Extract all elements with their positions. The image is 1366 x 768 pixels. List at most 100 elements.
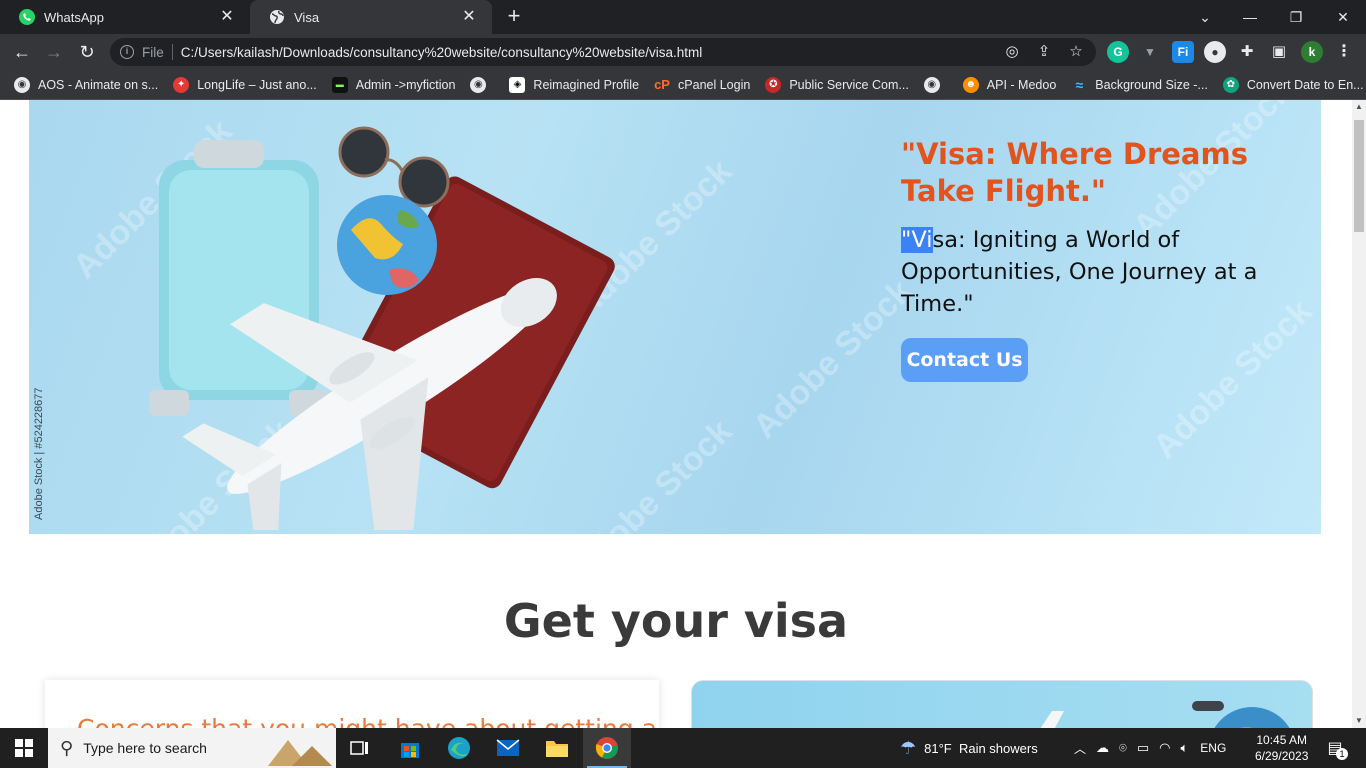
tab-close-icon[interactable]: ✕ [460,8,478,26]
minimize-button[interactable]: — [1227,0,1273,34]
microsoft-store-icon[interactable] [386,728,434,768]
volume-icon[interactable]: 🔈︎ [1180,740,1188,756]
search-icon: ⚲ [60,737,74,758]
clock[interactable]: 10:45 AM 6/29/2023 [1255,728,1308,768]
bookmark-api-medoo[interactable]: ☻ API - Medoo [962,76,1057,93]
bookmark-public-service[interactable]: ✪ Public Service Com... [765,76,909,93]
folder-glyph [546,741,568,757]
globe-icon: ◉ [470,76,487,93]
contact-us-button[interactable]: Contact Us [901,338,1028,382]
meet-now-icon[interactable]: ⌾ [1119,740,1127,756]
store-glyph [401,743,419,758]
airplane-globe-image [1040,701,1290,728]
chrome-taskbar-icon[interactable] [583,728,631,768]
concerns-heading: Concerns that you might have about getti… [77,714,657,728]
puzzle-extensions-icon[interactable]: ✚ [1236,41,1258,63]
bookmark-globe[interactable]: ◉ [470,76,494,93]
tab-close-icon[interactable]: ✕ [218,8,236,26]
stock-id-text: Adobe Stock | #524228677 [33,387,45,520]
new-tab-button[interactable]: + [502,5,526,29]
address-separator [171,44,173,60]
bookmark-cpanel[interactable]: cP cPanel Login [654,77,750,93]
search-placeholder: Type here to search [83,740,207,756]
windows-taskbar: ⚲ Type here to search ☂ 81°F Rain shower… [0,728,1366,768]
onedrive-icon[interactable]: ☁ [1096,740,1109,756]
eye-off-icon[interactable]: ◎ [1000,40,1024,64]
bookmark-convert-date[interactable]: ✿ Convert Date to En... [1222,76,1364,93]
globe-icon: ◉ [923,76,940,93]
task-view-icon[interactable] [336,728,384,768]
scroll-up-icon[interactable]: ▲ [1352,100,1366,114]
bookmark-background-size[interactable]: ≈ Background Size -... [1071,77,1207,93]
circle-extension-icon[interactable]: ● [1204,41,1226,63]
tab-visa[interactable]: Visa ✕ [250,0,492,34]
page-scrollbar[interactable]: ▲ ▼ [1352,100,1366,728]
watermark-text: Adobe Stock [745,272,920,447]
menu-kebab-icon[interactable]: ⋮ [1333,41,1355,63]
language-indicator[interactable]: ENG [1200,741,1226,755]
tab-search-icon[interactable]: ⌄ [1182,0,1228,34]
vue-devtools-icon[interactable]: ▼ [1139,41,1161,63]
task-view-glyph [350,741,368,755]
address-bar[interactable]: i File C:/Users/kailash/Downloads/consul… [110,38,1096,66]
scroll-down-icon[interactable]: ▼ [1352,714,1366,728]
windows-start-button[interactable] [0,728,48,768]
bookmark-admin[interactable]: ▬ Admin ->myfiction [331,76,456,93]
bookmark-globe-2[interactable]: ◉ [923,76,948,93]
chatgpt-icon: ✿ [1222,76,1239,93]
weather-widget[interactable]: ☂ 81°F Rain showers [900,728,1038,768]
close-window-button[interactable]: ✕ [1320,0,1366,34]
hero-title: "Visa: Where Dreams Take Flight." [901,137,1248,208]
url-scheme: File [142,44,164,60]
back-button[interactable]: ← [10,40,34,64]
site-info-icon[interactable]: i [120,45,134,59]
hero-subtitle-rest: sa: Igniting a World of Opportunities, O… [901,227,1258,317]
fi-extension-icon[interactable]: Fi [1172,41,1194,63]
side-panel-icon[interactable]: ▣ [1268,41,1290,63]
grammarly-extension-icon[interactable]: G [1107,41,1129,63]
bookmark-label: Convert Date to En... [1246,77,1364,92]
file-explorer-icon[interactable] [533,728,581,768]
restore-button[interactable]: ❐ [1273,0,1319,34]
admin-logo-icon: ▬ [331,76,348,93]
share-icon[interactable]: ⇪ [1032,40,1056,64]
wifi-icon[interactable]: ◠ [1159,740,1170,756]
bookmark-reimagined-profile[interactable]: ◈ Reimagined Profile [509,76,639,93]
show-hidden-icons-icon[interactable]: ︿ [1074,740,1086,757]
cpanel-icon: cP [654,76,670,92]
edge-glyph [448,737,470,759]
codepen-icon: ◈ [509,76,526,93]
tab-whatsapp[interactable]: WhatsApp ✕ [0,0,250,34]
bookmark-longlife[interactable]: ✦ LongLife – Just ano... [173,76,317,93]
forward-button[interactable]: → [42,40,66,64]
bookmark-label: cPanel Login [678,77,751,92]
globe-icon: ◉ [14,76,30,93]
globe-icon [268,8,286,26]
mail-icon[interactable] [484,728,532,768]
reload-button[interactable]: ↻ [75,40,99,64]
browser-toolbar: ← → ↻ i File C:/Users/kailash/Downloads/… [0,34,1366,70]
visa-image-card [691,680,1313,728]
url-text[interactable]: C:/Users/kailash/Downloads/consultancy%2… [181,45,1000,60]
concerns-card: Concerns that you might have about getti… [45,680,659,728]
battery-icon[interactable]: ▭ [1137,740,1149,756]
pyramids-icon [268,740,332,766]
nepal-emblem-icon: ✪ [765,76,782,93]
taskbar-search[interactable]: ⚲ Type here to search [48,728,336,768]
bookmark-label: API - Medoo [986,77,1057,92]
bookmark-star-icon[interactable]: ☆ [1064,40,1088,64]
whatsapp-icon [18,8,36,26]
flame-icon: ✦ [173,76,190,93]
scrollbar-thumb[interactable] [1354,120,1364,232]
bookmarks-bar: ◉ AOS - Animate on s... ✦ LongLife – Just … [0,70,1366,100]
mail-glyph [496,739,520,756]
notification-center-icon[interactable]: ▤ 1 [1322,728,1348,768]
profile-avatar[interactable]: k [1301,41,1323,63]
medoo-icon: ☻ [962,76,979,93]
browser-tab-strip: WhatsApp ✕ Visa ✕ + ⌄ — ❐ ✕ [0,0,1366,34]
bookmark-label: Admin ->myfiction [355,77,456,92]
bookmark-label: AOS - Animate on s... [38,77,159,92]
edge-browser-icon[interactable] [435,728,483,768]
bookmark-aos[interactable]: ◉ AOS - Animate on s... [14,76,159,93]
hero-subtitle: "Visa: Igniting a World of Opportunities… [901,224,1271,320]
